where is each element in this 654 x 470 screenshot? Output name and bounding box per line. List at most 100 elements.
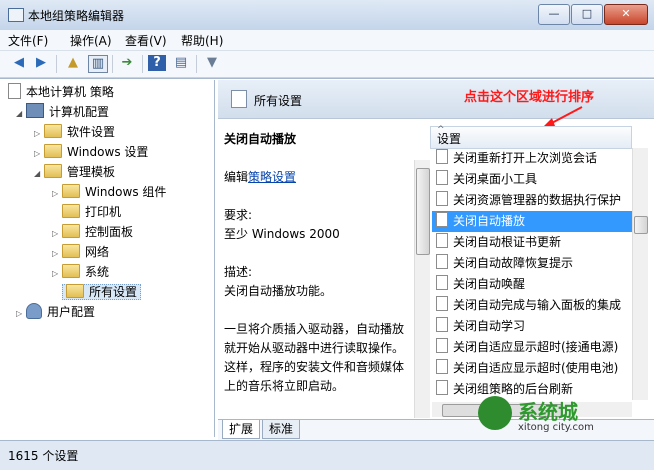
- folder-icon: [62, 204, 80, 218]
- tab-standard[interactable]: 标准: [262, 420, 301, 439]
- requirements-label: 要求:: [224, 208, 253, 222]
- toolbar-separator: [196, 55, 197, 73]
- tab-extended[interactable]: 扩展: [222, 420, 261, 439]
- list-scrollbar[interactable]: [632, 148, 648, 400]
- tree-node-control-panel[interactable]: ▷ 控制面板: [52, 222, 133, 242]
- edit-prefix: 编辑: [224, 170, 249, 184]
- expand-arrow-icon[interactable]: ▷: [34, 144, 44, 164]
- policy-setting-icon: [436, 191, 448, 206]
- show-tree-icon[interactable]: ▥: [88, 55, 108, 73]
- edit-policy-line: 编辑策略设置: [224, 168, 410, 187]
- toolbar: ◀ ▶ ▲ ▥ ➔ ? ▤ ▼: [0, 51, 654, 78]
- back-icon[interactable]: ◀: [10, 55, 28, 71]
- toolbar-separator: [56, 55, 57, 73]
- tree-label: 用户配置: [47, 305, 96, 319]
- policy-icon: [8, 83, 21, 99]
- computer-icon: [26, 103, 44, 118]
- caption-buttons: — □ ✕: [537, 4, 648, 25]
- folder-icon: [44, 124, 62, 138]
- tree-node-printers[interactable]: 打印机: [52, 202, 121, 222]
- minimize-button[interactable]: —: [538, 4, 570, 25]
- setting-row[interactable]: 关闭自动唤醒: [432, 274, 632, 295]
- menu-help[interactable]: 帮助(H): [181, 32, 223, 49]
- window: 本地组策略编辑器 — □ ✕ 文件(F) 操作(A) 查看(V) 帮助(H) ◀…: [0, 0, 654, 470]
- setting-row[interactable]: 关闭自适应显示超时(接通电源): [432, 337, 632, 358]
- tree-node-network[interactable]: ▷ 网络: [52, 242, 109, 262]
- expand-arrow-icon[interactable]: ▷: [52, 224, 62, 244]
- description-title: 关闭自动播放: [224, 132, 297, 146]
- policy-setting-icon: [436, 170, 448, 185]
- edit-policy-link[interactable]: 策略设置: [248, 170, 296, 184]
- menu-file[interactable]: 文件(F): [8, 32, 48, 49]
- tree-node-system[interactable]: ▷ 系统: [52, 262, 109, 282]
- toolbar-separator: [112, 55, 113, 73]
- watermark-logo: 系统城 xitong city.com: [468, 392, 628, 440]
- tree-node-root[interactable]: 本地计算机 策略: [8, 82, 114, 102]
- menu-action[interactable]: 操作(A): [70, 32, 112, 49]
- folder-icon: [62, 264, 80, 278]
- tree-label: 系统: [85, 265, 110, 279]
- setting-label: 关闭自适应显示超时(使用电池): [453, 361, 619, 375]
- help-icon[interactable]: ?: [148, 55, 166, 71]
- scroll-thumb[interactable]: [634, 216, 648, 234]
- tree-node-all-settings[interactable]: 所有设置: [52, 282, 142, 302]
- setting-row[interactable]: 关闭自动播放: [432, 211, 632, 232]
- policy-setting-icon: [436, 149, 448, 164]
- export-list-icon[interactable]: ➔: [118, 55, 136, 71]
- setting-row[interactable]: 关闭自动学习: [432, 316, 632, 337]
- setting-label: 关闭自动播放: [453, 214, 526, 228]
- folder-icon: [44, 144, 62, 158]
- tree-pane: 本地计算机 策略 ◢ 计算机配置 ▷ 软件设置 ▷ Windows 设置 ◢ 管理模板 …: [4, 80, 215, 437]
- expand-arrow-icon[interactable]: ▷: [52, 184, 62, 204]
- expand-arrow-icon[interactable]: ▷: [34, 124, 44, 144]
- tree-node-software-settings[interactable]: ▷ 软件设置: [34, 122, 115, 142]
- tree-node-admin-templates[interactable]: ◢ 管理模板: [34, 162, 115, 182]
- policy-setting-icon: [436, 359, 448, 374]
- tree-node-windows-settings[interactable]: ▷ Windows 设置: [34, 142, 148, 162]
- tree-node-user-config[interactable]: ▷ 用户配置: [16, 302, 95, 322]
- up-folder-icon[interactable]: ▲: [64, 55, 82, 71]
- properties-icon[interactable]: ▤: [172, 55, 190, 71]
- setting-row[interactable]: 关闭自适应显示超时(使用电池): [432, 358, 632, 379]
- folder-icon: [62, 184, 80, 198]
- setting-row[interactable]: 关闭桌面小工具: [432, 169, 632, 190]
- watermark-text: 系统城: [518, 400, 578, 424]
- folder-icon: [44, 164, 62, 178]
- setting-label: 关闭资源管理器的数据执行保护: [453, 193, 622, 207]
- collapse-arrow-icon[interactable]: ◢: [34, 164, 44, 184]
- expand-arrow-icon[interactable]: ▷: [52, 264, 62, 284]
- setting-row[interactable]: 关闭资源管理器的数据执行保护: [432, 190, 632, 211]
- close-button[interactable]: ✕: [604, 4, 648, 25]
- window-title: 本地组策略编辑器: [28, 9, 125, 23]
- description-scrollbar[interactable]: [414, 160, 430, 418]
- setting-label: 关闭桌面小工具: [453, 172, 538, 186]
- menu-bar: 文件(F) 操作(A) 查看(V) 帮助(H): [0, 30, 654, 51]
- filter-icon[interactable]: ▼: [203, 55, 221, 71]
- forward-icon[interactable]: ▶: [32, 55, 50, 71]
- tree-node-computer-config[interactable]: ◢ 计算机配置: [16, 102, 109, 122]
- expand-arrow-icon[interactable]: ▷: [52, 244, 62, 264]
- sort-indicator-icon: ^: [437, 125, 445, 135]
- maximize-button[interactable]: □: [571, 4, 603, 25]
- description-label: 描述:: [224, 265, 253, 279]
- tree-label: 管理模板: [67, 165, 116, 179]
- tree-label: 软件设置: [67, 125, 116, 139]
- menu-view[interactable]: 查看(V): [125, 32, 167, 49]
- setting-label: 关闭自动完成与输入面板的集成: [453, 298, 622, 312]
- setting-row[interactable]: 关闭重新打开上次浏览会话: [432, 148, 632, 169]
- setting-row[interactable]: 关闭自动根证书更新: [432, 232, 632, 253]
- expand-arrow-icon[interactable]: ▷: [16, 304, 26, 324]
- setting-row[interactable]: 关闭自动故障恢复提示: [432, 253, 632, 274]
- setting-label: 关闭重新打开上次浏览会话: [453, 151, 598, 165]
- scroll-thumb[interactable]: [416, 168, 430, 255]
- setting-row[interactable]: 关闭自动完成与输入面板的集成: [432, 295, 632, 316]
- setting-label: 关闭自适应显示超时(接通电源): [453, 340, 619, 354]
- folder-icon: [62, 244, 80, 258]
- requirements-value: 至少 Windows 2000: [224, 227, 340, 241]
- tree-node-windows-components[interactable]: ▷ Windows 组件: [52, 182, 166, 202]
- policy-setting-icon: [436, 296, 448, 311]
- setting-label: 关闭自动学习: [453, 319, 526, 333]
- policy-setting-icon: [436, 254, 448, 269]
- column-header-setting[interactable]: 设置 ^: [430, 125, 632, 149]
- collapse-arrow-icon[interactable]: ◢: [16, 104, 26, 124]
